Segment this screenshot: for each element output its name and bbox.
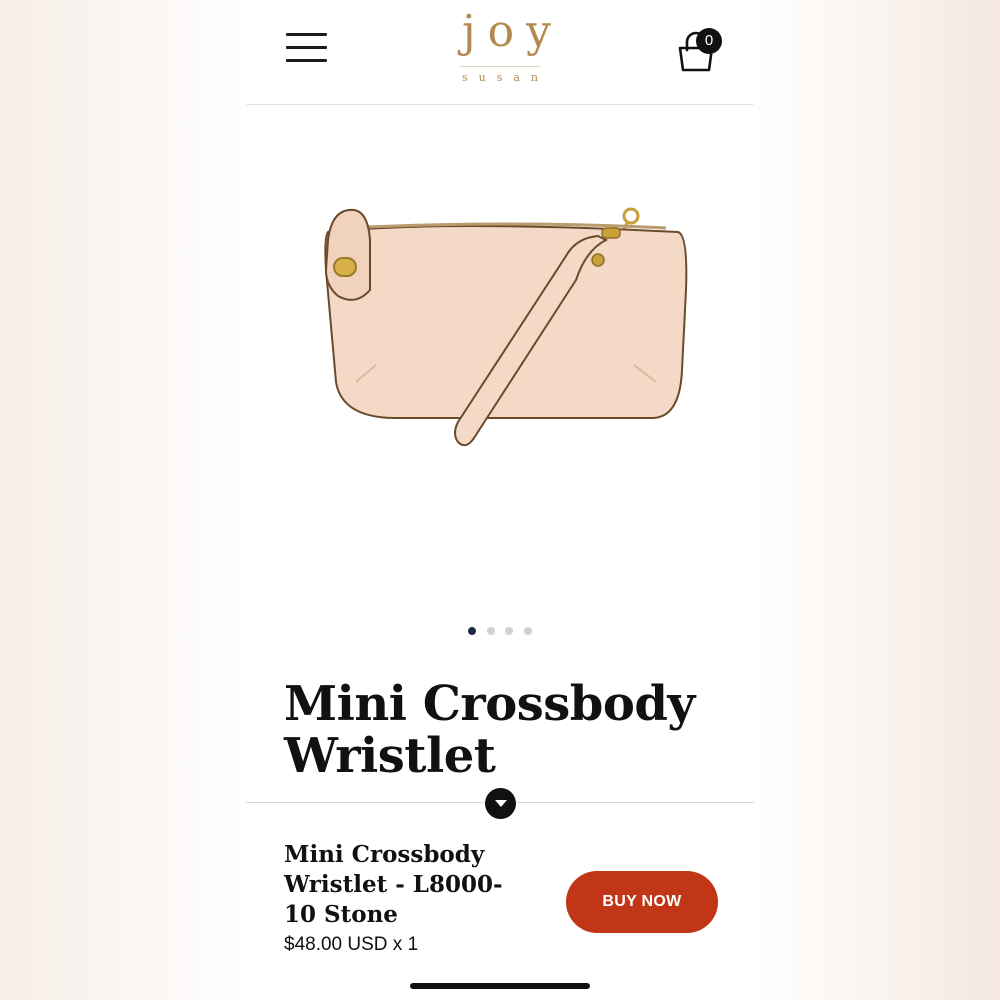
product-image[interactable]	[246, 120, 754, 600]
logo-divider	[460, 66, 540, 67]
background-blur-right	[754, 0, 1000, 1000]
carousel-dot[interactable]	[523, 627, 532, 635]
sticky-product-name: Mini Crossbody Wristlet - L8000-10 Stone	[284, 841, 503, 928]
sticky-product-price: $48.00 USD x 1	[284, 934, 419, 955]
buy-now-button[interactable]: BUY NOW	[566, 871, 718, 933]
background-blur-left	[0, 0, 246, 1000]
product-title: Mini Crossbody Wristlet	[284, 676, 695, 784]
carousel-dot[interactable]	[468, 627, 477, 635]
home-indicator[interactable]	[410, 983, 590, 989]
logo-subtext: susan	[461, 71, 550, 84]
carousel-dots	[246, 622, 754, 635]
hamburger-icon[interactable]	[286, 33, 327, 63]
cart-count-badge: 0	[696, 28, 722, 54]
chevron-down-icon[interactable]	[485, 788, 516, 819]
wristlet-image	[324, 207, 688, 447]
phone-screen: joy susan 0 Mini Crossbody Wristlet Mini…	[246, 0, 754, 1000]
cart-button[interactable]: 0	[676, 28, 726, 74]
logo-wordmark: joy	[462, 6, 563, 57]
brand-logo[interactable]: joy susan	[450, 4, 563, 96]
site-header: joy susan 0	[246, 0, 754, 105]
carousel-dot[interactable]	[505, 627, 514, 635]
carousel-dot[interactable]	[486, 627, 495, 635]
